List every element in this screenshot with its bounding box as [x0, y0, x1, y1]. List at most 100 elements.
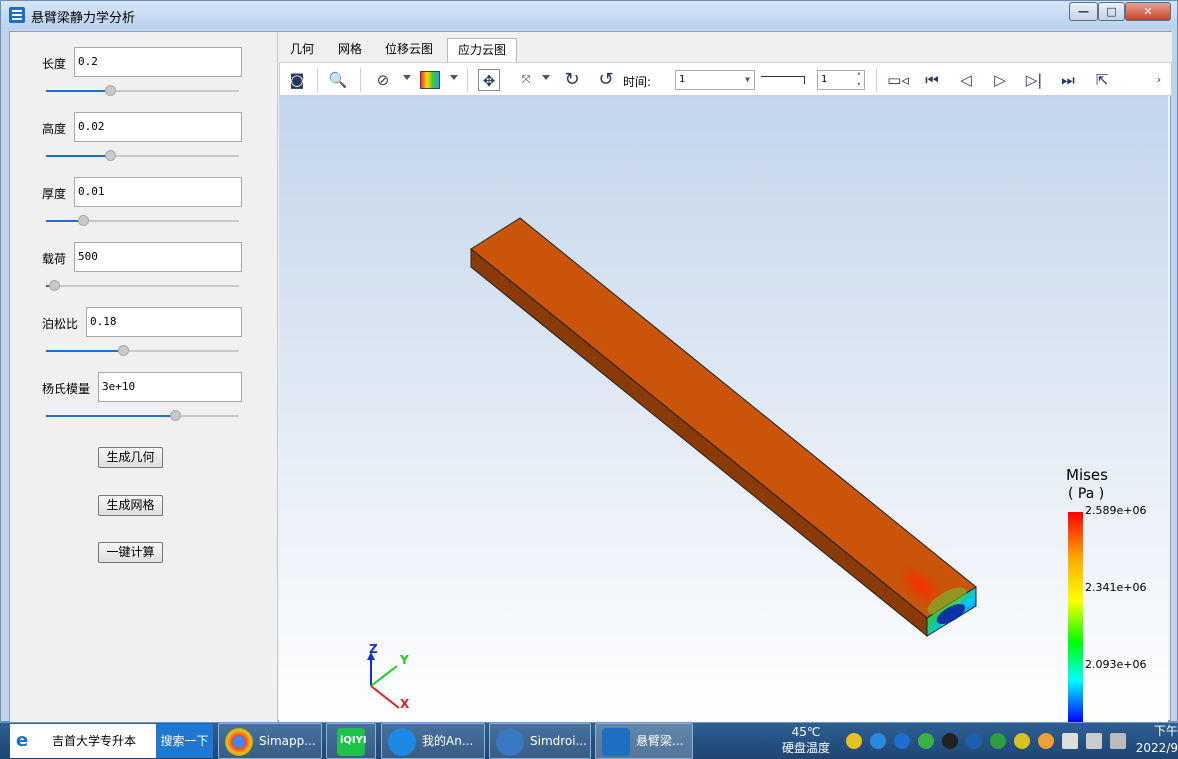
slider-thumb[interactable] — [49, 280, 60, 291]
app-icon — [9, 7, 25, 23]
phone-icon — [388, 728, 416, 756]
colormap-dropdown-icon[interactable] — [450, 75, 458, 80]
security-icon[interactable] — [990, 733, 1006, 749]
step-value: 1 — [821, 74, 828, 85]
generate-geometry-button[interactable]: 生成几何 — [98, 447, 163, 468]
axes-dropdown-icon[interactable] — [542, 75, 550, 80]
tab-bar: 几何 网格 位移云图 应力云图 — [279, 32, 1172, 62]
param-slider-4[interactable] — [46, 345, 239, 357]
param-slider-0[interactable] — [46, 85, 239, 97]
tray-icon-2[interactable] — [870, 733, 886, 749]
clock-time: 下午 — [1153, 724, 1178, 738]
time-select-value: 1 — [679, 74, 686, 85]
compute-button[interactable]: 一键计算 — [98, 542, 163, 563]
param-label-4: 泊松比 — [42, 317, 79, 331]
tab-geometry[interactable]: 几何 — [281, 38, 323, 62]
taskbar-app-android[interactable]: 我的An... — [381, 723, 485, 759]
tray-icon-1[interactable] — [846, 733, 862, 749]
taskbar-search-box[interactable]: e 吉首大学专升本 — [10, 724, 156, 758]
network-icon[interactable] — [1062, 733, 1078, 749]
rotate-cw-icon[interactable]: ↻ — [560, 69, 584, 91]
slider-thumb[interactable] — [118, 345, 129, 356]
tab-displacement[interactable]: 位移云图 — [377, 38, 441, 62]
record-icon[interactable]: ▭◃ — [884, 69, 912, 91]
taskbar-search-button[interactable]: 搜索一下 — [156, 724, 213, 758]
legend-title: Mises — [1066, 466, 1108, 484]
tab-stress[interactable]: 应力云图 — [447, 38, 517, 62]
taskbar-app-simdroid[interactable]: Simdroi... — [489, 723, 591, 759]
fit-view-icon[interactable]: ✥ — [478, 69, 500, 91]
qq-icon[interactable] — [942, 733, 958, 749]
param-input-4[interactable]: 0.18 — [86, 307, 242, 337]
slider-thumb[interactable] — [170, 410, 181, 421]
colormap-icon[interactable] — [420, 71, 440, 89]
param-input-3[interactable]: 500 — [74, 242, 242, 272]
bluetooth-icon[interactable] — [966, 733, 982, 749]
tray-icon-4[interactable] — [918, 733, 934, 749]
tray-icon-3[interactable] — [894, 733, 910, 749]
taskbar-app-simapp[interactable]: Simapp... — [218, 723, 322, 759]
prev-frame-icon[interactable]: ◁ — [954, 69, 978, 91]
legend-unit: ( Pa ) — [1068, 486, 1104, 502]
more-icon[interactable]: › — [1152, 69, 1166, 91]
param-label-3: 载荷 — [42, 252, 67, 266]
tab-mesh[interactable]: 网格 — [329, 38, 371, 62]
zoom-icon[interactable]: 🔍 — [326, 69, 350, 91]
section-dropdown-icon[interactable] — [403, 75, 411, 80]
param-label-1: 高度 — [42, 122, 67, 136]
tray-icon-9[interactable] — [1038, 733, 1054, 749]
scene-svg: Z Y X Mises ( Pa ) 2.589e+06 2.341e+06 2… — [367, 217, 1146, 722]
x-axis-line — [370, 685, 400, 709]
legend-tick-mid: 2.341e+06 — [1085, 581, 1146, 594]
param-input-0[interactable]: 0.2 — [74, 47, 242, 77]
param-slider-3[interactable] — [46, 280, 239, 292]
first-frame-icon[interactable]: ⏮ — [920, 69, 944, 91]
param-label-5: 杨氏模量 — [42, 382, 91, 396]
z-axis-label: Z — [369, 642, 378, 656]
param-slider-5[interactable] — [46, 410, 239, 422]
signal-icon[interactable] — [1110, 733, 1126, 749]
rotate-ccw-icon[interactable]: ↺ — [594, 69, 618, 91]
slider-thumb[interactable] — [105, 150, 116, 161]
slider-thumb[interactable] — [78, 215, 89, 226]
client-area: 长度 0.2 高度 0.02 厚度 0.01 载荷 500 泊松比 0.18 杨氏模量 3e+10 生… — [9, 31, 1172, 722]
slider-fill — [46, 90, 110, 92]
param-slider-2[interactable] — [46, 215, 239, 227]
legend-tick-low: 2.093e+06 — [1085, 658, 1146, 671]
time-slider[interactable] — [761, 76, 805, 84]
section-icon[interactable]: ⊘ — [371, 69, 395, 91]
param-label-2: 厚度 — [42, 187, 67, 201]
next-frame-icon[interactable]: ▷| — [1022, 69, 1046, 91]
last-frame-icon[interactable]: ⏭ — [1056, 69, 1080, 91]
volume-icon[interactable] — [1086, 733, 1102, 749]
close-button[interactable]: ✕ — [1125, 2, 1171, 21]
taskbar: e 吉首大学专升本 搜索一下 Simapp... iQIYI 我的An... S… — [0, 722, 1178, 759]
maximize-button[interactable]: □ — [1098, 2, 1125, 21]
parameter-panel: 长度 0.2 高度 0.02 厚度 0.01 载荷 500 泊松比 0.18 杨氏模量 3e+10 生… — [10, 32, 278, 722]
taskbar-app-iqiyi[interactable]: iQIYI — [326, 723, 376, 759]
param-input-2[interactable]: 0.01 — [74, 177, 242, 207]
chrome-icon — [225, 728, 253, 756]
param-slider-1[interactable] — [46, 150, 239, 162]
tray-icon-8[interactable] — [1014, 733, 1030, 749]
slider-thumb[interactable] — [105, 85, 116, 96]
clock[interactable]: 下午 2022/9 — [1135, 723, 1178, 757]
play-icon[interactable]: ▷ — [988, 69, 1012, 91]
step-spinbox[interactable]: 1 ▴ ▾ — [817, 69, 865, 90]
time-select[interactable]: 1 ▼ — [675, 70, 755, 90]
param-input-5[interactable]: 3e+10 — [98, 372, 242, 402]
chevron-down-icon: ▼ — [745, 75, 750, 84]
export-icon[interactable]: ⇱ — [1090, 69, 1114, 91]
3d-viewport[interactable]: Z Y X Mises ( Pa ) 2.589e+06 2.341e+06 2… — [279, 96, 1168, 722]
slider-fill — [46, 155, 110, 157]
taskbar-app-beam[interactable]: 悬臂梁... — [595, 723, 693, 759]
app-window: 悬臂梁静力学分析 — □ ✕ 长度 0.2 高度 0.02 厚度 0.01 载荷 500 泊松比… — [0, 0, 1178, 722]
minimize-button[interactable]: — — [1069, 2, 1098, 21]
taskbar-app-label: 悬臂梁... — [636, 734, 684, 748]
slider-fill — [46, 350, 123, 352]
axes-icon[interactable]: ⤧ — [514, 69, 538, 91]
camera-icon[interactable]: ◙ — [285, 69, 309, 91]
generate-mesh-button[interactable]: 生成网格 — [98, 495, 163, 516]
param-input-1[interactable]: 0.02 — [74, 112, 242, 142]
slider-track — [46, 285, 239, 287]
